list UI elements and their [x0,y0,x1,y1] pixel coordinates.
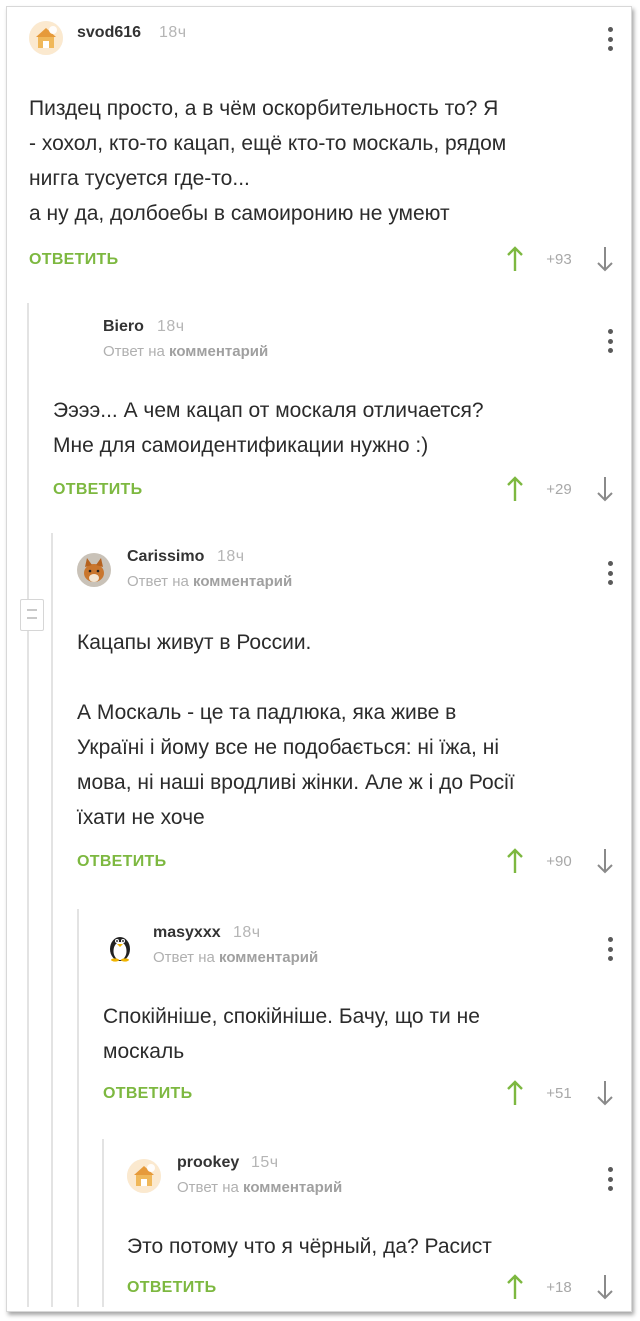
arrow-down-icon[interactable] [595,245,615,273]
comment-time: 18ч [157,318,185,335]
comment-text: Спокійніше, спокійніше. Бачу, що ти не м… [103,1005,480,1063]
thread-line-3[interactable] [77,909,79,1307]
comment-thread: svod616 18ч Пиздец просто, а в чём оскор… [6,6,632,1312]
comment-time: 15ч [251,1154,279,1171]
cat-house-avatar[interactable] [29,21,63,55]
penguin-avatar[interactable] [103,929,137,963]
reply-to-link[interactable]: комментарий [219,949,318,966]
comment-carissimo: Carissimo 18ч Ответ на комментарий Кацап… [77,545,631,895]
arrow-up-icon[interactable] [505,1273,525,1301]
fox-avatar[interactable] [77,553,111,587]
rating-count: +93 [546,251,572,268]
rating-count: +29 [546,481,572,498]
username[interactable]: Biero [103,318,144,336]
rating-count: +18 [546,1279,572,1296]
thread-line-4[interactable] [102,1139,104,1307]
thread-line-2[interactable] [51,533,53,1307]
more-vertical-icon[interactable] [607,937,613,961]
rating-count: +90 [546,853,572,870]
reply-button[interactable]: ОТВЕТИТЬ [53,481,142,499]
arrow-down-icon[interactable] [595,847,615,875]
username[interactable]: masyxxx [153,924,221,942]
collapse-thread-button[interactable] [20,599,44,631]
reply-to-link[interactable]: комментарий [169,343,268,360]
reply-to-label: Ответ на комментарий [127,573,293,590]
vote-controls: +90 [505,847,615,875]
comment-text: Это потому что я чёрный, да? Расист [127,1235,492,1258]
arrow-up-icon[interactable] [505,847,525,875]
comment-header: Biero 18ч Ответ на комментарий [53,315,631,360]
username[interactable]: Carissimo [127,548,204,566]
username[interactable]: prookey [177,1154,239,1172]
reply-button[interactable]: ОТВЕТИТЬ [77,853,166,871]
reply-button[interactable]: ОТВЕТИТЬ [103,1085,192,1103]
comment-svod616: svod616 18ч Пиздец просто, а в чём оскор… [29,21,631,291]
reply-to-label: Ответ на комментарий [103,343,269,360]
rating-count: +51 [546,1085,572,1102]
username[interactable]: svod616 [77,24,141,42]
vote-controls: +51 [505,1079,615,1107]
more-vertical-icon[interactable] [607,1167,613,1191]
comment-header: svod616 18ч [29,21,631,61]
more-vertical-icon[interactable] [607,561,613,585]
reply-to-link[interactable]: комментарий [193,573,292,590]
thread-line-1[interactable] [27,303,29,1307]
comment-time: 18ч [217,548,245,565]
cat-house-avatar[interactable] [127,1159,161,1193]
arrow-down-icon[interactable] [595,1273,615,1301]
more-vertical-icon[interactable] [607,329,613,353]
reply-button[interactable]: ОТВЕТИТЬ [127,1279,216,1297]
arrow-down-icon[interactable] [595,1079,615,1107]
comment-masyxxx: masyxxx 18ч Ответ на комментарий Спокійн… [103,921,631,1131]
reply-button[interactable]: ОТВЕТИТЬ [29,251,118,269]
comment-header: Carissimo 18ч Ответ на комментарий [77,545,631,590]
comment-header: prookey 15ч Ответ на комментарий [127,1151,631,1196]
vote-controls: +18 [505,1273,615,1301]
vote-controls: +93 [505,245,615,273]
comment-text: Ээээ... А чем кацап от москаля отличаетс… [53,399,484,457]
reply-to-label: Ответ на комментарий [177,1179,343,1196]
reply-to-link[interactable]: комментарий [243,1179,342,1196]
arrow-up-icon[interactable] [505,475,525,503]
comment-prookey: prookey 15ч Ответ на комментарий Это пот… [127,1151,631,1311]
more-vertical-icon[interactable] [607,27,613,51]
reply-to-label: Ответ на комментарий [153,949,319,966]
comment-time: 18ч [233,924,261,941]
arrow-down-icon[interactable] [595,475,615,503]
arrow-up-icon[interactable] [505,1079,525,1107]
comment-biero: Biero 18ч Ответ на комментарий Ээээ... А… [53,315,631,525]
comment-text: Кацапы живут в России. А Москаль - це та… [77,631,515,829]
vote-controls: +29 [505,475,615,503]
arrow-up-icon[interactable] [505,245,525,273]
comment-time: 18ч [159,24,187,41]
comment-header: masyxxx 18ч Ответ на комментарий [103,921,631,966]
comment-text: Пиздец просто, а в чём оскорбительность … [29,97,507,225]
